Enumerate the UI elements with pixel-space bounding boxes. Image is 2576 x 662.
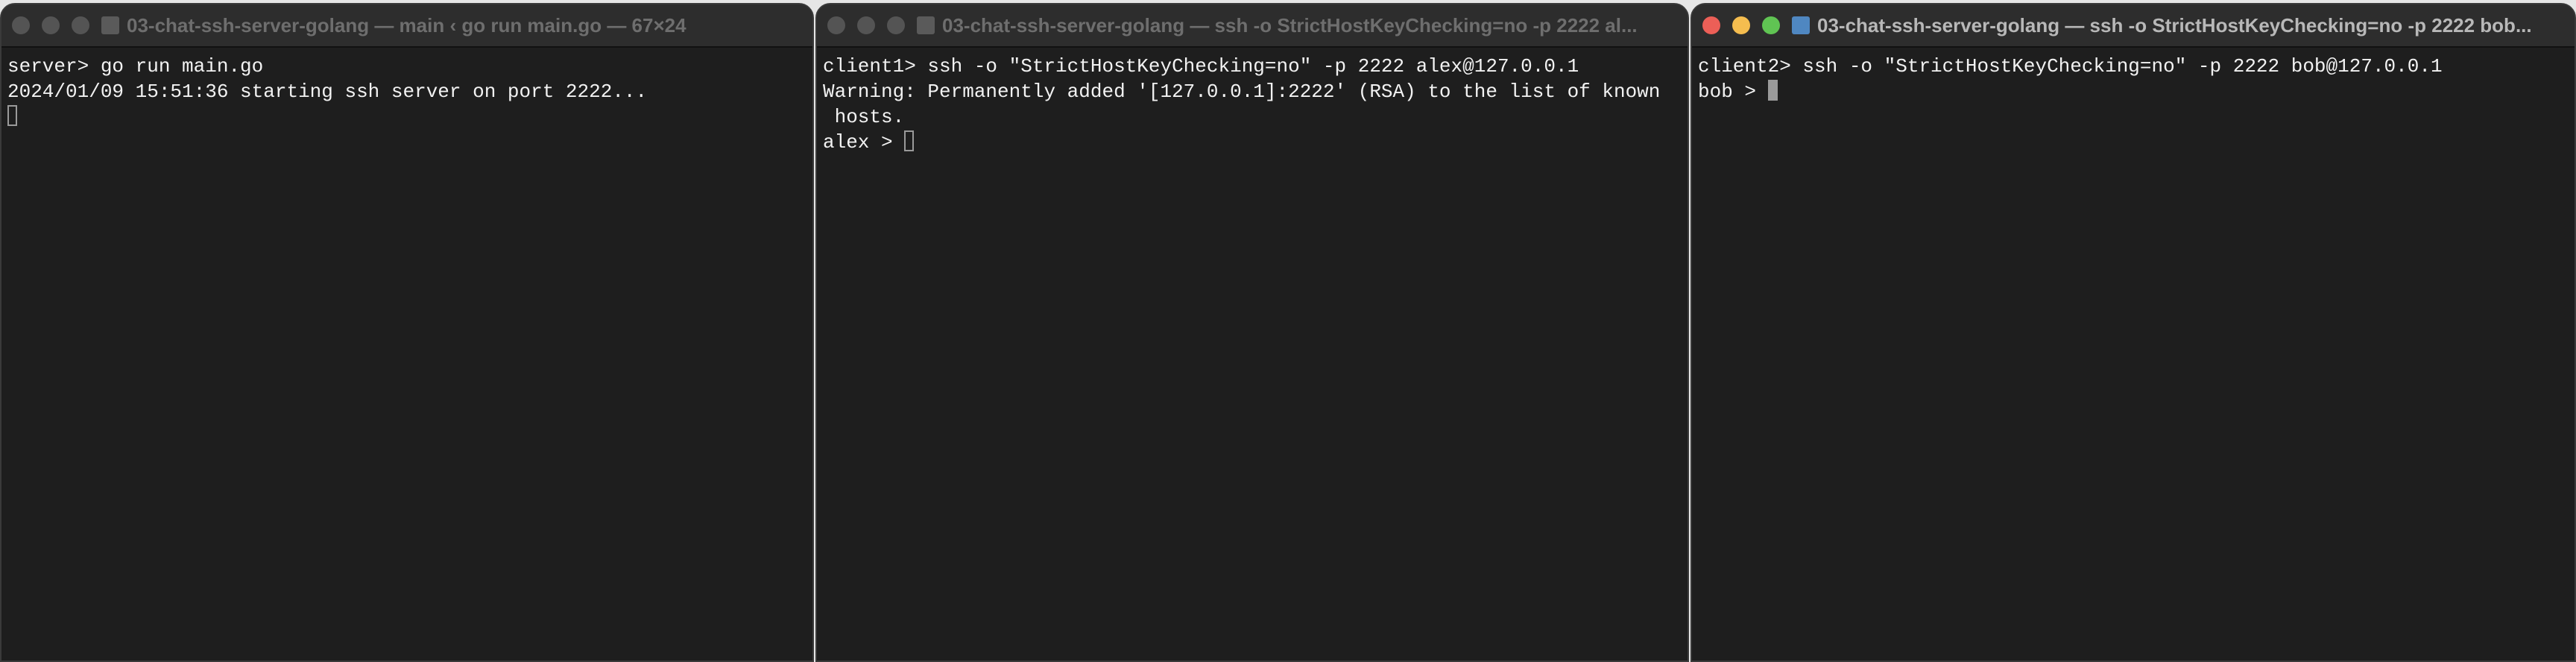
terminal-content[interactable]: client2> ssh -o "StrictHostKeyChecking=n… [1692, 48, 2575, 104]
zoom-button[interactable] [1762, 16, 1780, 34]
zoom-button[interactable] [887, 16, 905, 34]
cursor [1767, 80, 1778, 101]
terminal-line: server> go run main.go [7, 55, 264, 78]
window-title: 03-chat-ssh-server-golang — main ‹ go ru… [127, 13, 686, 37]
terminal-line: client2> ssh -o "StrictHostKeyChecking=n… [1698, 55, 2443, 78]
prompt: alex > [823, 131, 905, 154]
terminal-window-server[interactable]: 03-chat-ssh-server-golang — main ‹ go ru… [0, 3, 814, 662]
prompt: bob > [1698, 81, 1768, 103]
terminal-window-client2[interactable]: 03-chat-ssh-server-golang — ssh -o Stric… [1690, 3, 2576, 662]
folder-icon [1792, 16, 1810, 34]
folder-icon [101, 16, 119, 34]
zoom-button[interactable] [72, 16, 89, 34]
terminal-line: 2024/01/09 15:51:36 starting ssh server … [7, 81, 648, 103]
minimize-button[interactable] [857, 16, 875, 34]
close-button[interactable] [12, 16, 30, 34]
terminal-line: hosts. [823, 106, 905, 128]
folder-icon [917, 16, 935, 34]
window-title: 03-chat-ssh-server-golang — ssh -o Stric… [1817, 13, 2532, 37]
cursor [904, 130, 915, 151]
minimize-button[interactable] [1732, 16, 1750, 34]
cursor [7, 105, 17, 126]
window-title: 03-chat-ssh-server-golang — ssh -o Stric… [942, 13, 1638, 37]
terminal-line: client1> ssh -o "StrictHostKeyChecking=n… [823, 55, 1579, 78]
terminal-content[interactable]: server> go run main.go 2024/01/09 15:51:3… [1, 48, 812, 130]
title-bar[interactable]: 03-chat-ssh-server-golang — ssh -o Stric… [817, 4, 1688, 48]
terminal-content[interactable]: client1> ssh -o "StrictHostKeyChecking=n… [817, 48, 1688, 155]
title-bar[interactable]: 03-chat-ssh-server-golang — main ‹ go ru… [1, 4, 812, 48]
title-bar[interactable]: 03-chat-ssh-server-golang — ssh -o Stric… [1692, 4, 2575, 48]
close-button[interactable] [827, 16, 845, 34]
terminal-line: Warning: Permanently added '[127.0.0.1]:… [823, 81, 1661, 103]
terminal-window-client1[interactable]: 03-chat-ssh-server-golang — ssh -o Stric… [815, 3, 1689, 662]
close-button[interactable] [1702, 16, 1720, 34]
minimize-button[interactable] [42, 16, 60, 34]
